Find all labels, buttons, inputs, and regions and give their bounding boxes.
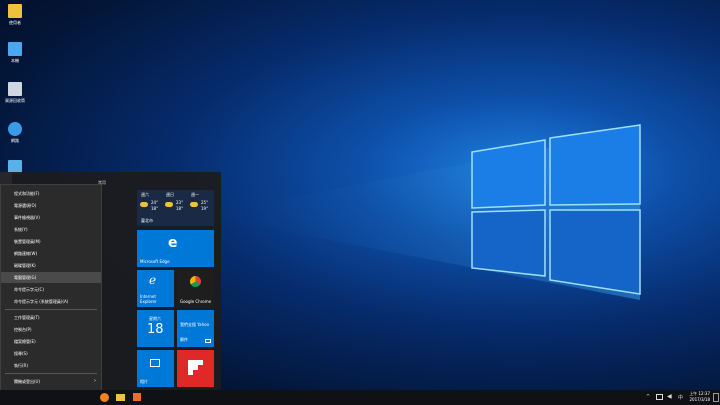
taskbar: ^ ◀ 中 上午 12:37 2017/3/18	[0, 390, 720, 405]
menu-item-control-panel[interactable]: 控制台(P)	[1, 324, 101, 335]
volume-icon[interactable]: ◀	[667, 393, 672, 400]
partly-cloudy-icon	[140, 202, 148, 207]
mail-title: 我們支援 Yahoo	[180, 322, 210, 327]
calendar-date: 18	[147, 322, 164, 337]
partly-cloudy-icon	[165, 202, 173, 207]
menu-item-computer-management[interactable]: 電腦管理(G)	[1, 272, 101, 283]
file-explorer-taskbar-icon[interactable]	[116, 392, 126, 402]
tile-microsoft-edge[interactable]: e Microsoft Edge	[137, 230, 214, 267]
weather-lo: 18°	[176, 206, 184, 211]
recycle-bin-icon	[8, 82, 22, 96]
menu-item-power-options[interactable]: 電源選項(O)	[1, 200, 101, 211]
desktop-icon-label: 使用者	[9, 20, 21, 25]
tile-label: Microsoft Edge	[140, 259, 170, 264]
tile-label: 相片	[140, 379, 148, 384]
menu-item-programs-features[interactable]: 程式和功能(F)	[1, 188, 101, 199]
ime-indicator[interactable]: 中	[678, 394, 683, 401]
weather-lo: 19°	[201, 206, 209, 211]
mail-icon	[205, 339, 211, 343]
menu-separator	[5, 309, 97, 310]
tile-photos[interactable]: 相片	[137, 350, 174, 387]
desktop-icon-network[interactable]: 網路	[2, 122, 28, 143]
tile-label: Google Chrome	[180, 299, 212, 304]
menu-item-shutdown-signout[interactable]: 關機或登出(U) ›	[1, 376, 101, 387]
network-icon	[8, 122, 22, 136]
desktop-icon-this-pc[interactable]: 本機	[2, 42, 28, 63]
clock-date: 2017/3/18	[689, 397, 710, 402]
chevron-up-icon[interactable]: ^	[646, 394, 650, 400]
tile-weather[interactable]: 週六 週日 週一 24° 18° 23° 18° 25° 19° 臺北市	[137, 190, 214, 226]
weather-hi: 24°	[151, 200, 159, 205]
taskbar-clock[interactable]: 上午 12:37 2017/3/18	[689, 391, 710, 403]
menu-item-run[interactable]: 執行(R)	[1, 360, 101, 371]
firefox-taskbar-icon[interactable]	[100, 392, 110, 402]
photos-icon	[150, 359, 160, 367]
menu-item-task-manager[interactable]: 工作管理員(T)	[1, 312, 101, 323]
notifications-icon[interactable]	[713, 393, 719, 402]
flipboard-icon	[188, 360, 203, 375]
media-player-taskbar-icon[interactable]	[133, 392, 143, 402]
partly-cloudy-icon	[190, 202, 198, 207]
edge-icon: e	[168, 235, 178, 251]
desktop-icon-label: 資源回收筒	[5, 98, 25, 103]
power-user-menu: 程式和功能(F) 電源選項(O) 事件檢視器(V) 系統(Y) 裝置管理員(M)…	[0, 184, 102, 399]
menu-item-search[interactable]: 搜尋(S)	[1, 348, 101, 359]
weather-day: 週日	[166, 192, 174, 197]
menu-item-disk-management[interactable]: 磁碟管理(K)	[1, 260, 101, 271]
internet-explorer-icon: ℯ	[149, 273, 157, 287]
weather-hi: 25°	[201, 200, 209, 205]
menu-item-network-connections[interactable]: 網路連線(W)	[1, 248, 101, 259]
weather-location: 臺北市	[141, 218, 153, 223]
tile-label: 郵件	[180, 337, 188, 342]
menu-item-command-prompt-admin[interactable]: 命令提示字元 (系統管理員)(A)	[1, 296, 101, 307]
tile-flipboard[interactable]	[177, 350, 214, 387]
weather-hi: 23°	[176, 200, 184, 205]
menu-item-device-manager[interactable]: 裝置管理員(M)	[1, 236, 101, 247]
menu-item-file-explorer[interactable]: 檔案總管(E)	[1, 336, 101, 347]
menu-item-system[interactable]: 系統(Y)	[1, 224, 101, 235]
computer-icon	[8, 42, 22, 56]
weather-day: 週一	[191, 192, 199, 197]
tile-mail[interactable]: 我們支援 Yahoo 郵件	[177, 310, 214, 347]
desktop-icon-user[interactable]: 使用者	[2, 4, 28, 25]
desktop-icon-label: 本機	[11, 58, 19, 63]
network-tray-icon[interactable]	[656, 394, 663, 400]
desktop-icon-recycle-bin[interactable]: 資源回收筒	[2, 82, 28, 103]
weather-day: 週六	[141, 192, 149, 197]
menu-item-label: 關機或登出(U)	[14, 379, 41, 384]
menu-item-command-prompt[interactable]: 命令提示字元(C)	[1, 284, 101, 295]
user-folder-icon	[8, 4, 22, 18]
chevron-right-icon: ›	[94, 378, 96, 384]
weather-lo: 18°	[151, 206, 159, 211]
tile-label: Internet Explorer	[140, 294, 157, 304]
tile-google-chrome[interactable]: Google Chrome	[177, 270, 214, 307]
menu-separator	[5, 373, 97, 374]
start-tiles: 週六 週日 週一 24° 18° 23° 18° 25° 19° 臺北市 e M…	[137, 190, 217, 390]
tile-calendar[interactable]: 星期六 18	[137, 310, 174, 347]
menu-item-event-viewer[interactable]: 事件檢視器(V)	[1, 212, 101, 223]
chrome-icon	[190, 276, 201, 287]
desktop-icon-label: 網路	[11, 138, 19, 143]
tile-internet-explorer[interactable]: ℯ Internet Explorer	[137, 270, 174, 307]
